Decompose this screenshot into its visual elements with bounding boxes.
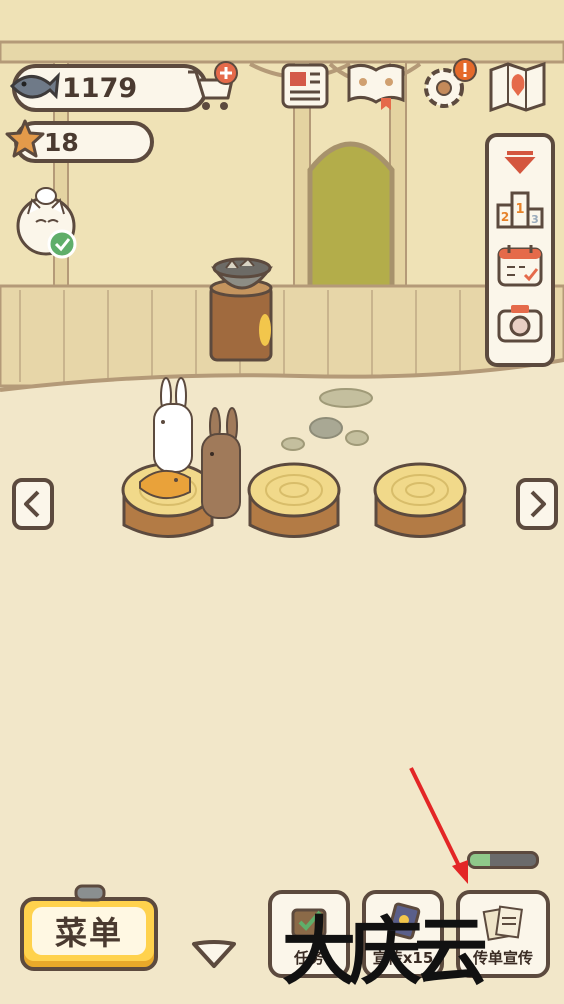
flyer-progress-fill (470, 854, 490, 866)
brown-rabbit (201, 407, 241, 519)
shopping-cart-plus-icon[interactable] (184, 60, 240, 112)
menu-button[interactable]: 菜单 (20, 897, 158, 971)
calendar-icon[interactable] (495, 241, 545, 289)
taiyaki-fish-icon (139, 470, 191, 499)
chevron-right-icon (530, 490, 546, 518)
gear-alert-icon[interactable] (420, 58, 480, 112)
flyer-progress-bar (467, 851, 539, 869)
star-icon (5, 119, 45, 158)
scroll-right-button[interactable] (516, 478, 558, 530)
podium-ranking-icon[interactable]: 1 2 3 (495, 183, 545, 231)
svg-text:3: 3 (531, 213, 539, 226)
camera-icon[interactable] (495, 301, 545, 345)
map-icon[interactable] (488, 60, 548, 112)
chef-cat-avatar[interactable] (14, 180, 80, 262)
paw-book-icon[interactable] (345, 60, 407, 110)
chevron-down-icon[interactable] (190, 938, 238, 970)
side-quick-panel: 1 2 3 (485, 133, 555, 367)
collapse-arrow-icon[interactable] (503, 147, 537, 175)
white-rabbit (153, 377, 193, 473)
clipboard-clip-icon (74, 884, 106, 902)
newspaper-icon[interactable] (280, 62, 330, 110)
fish-icon (9, 71, 60, 100)
watermark-text: 大庆云 (282, 909, 488, 995)
chevron-left-icon (24, 490, 40, 518)
fish-count: 1179 (62, 72, 138, 104)
menu-label: 菜单 (54, 914, 123, 952)
star-count: 18 (44, 127, 79, 157)
svg-text:2: 2 (501, 210, 509, 224)
scroll-left-button[interactable] (12, 478, 54, 530)
svg-text:1: 1 (515, 202, 524, 217)
